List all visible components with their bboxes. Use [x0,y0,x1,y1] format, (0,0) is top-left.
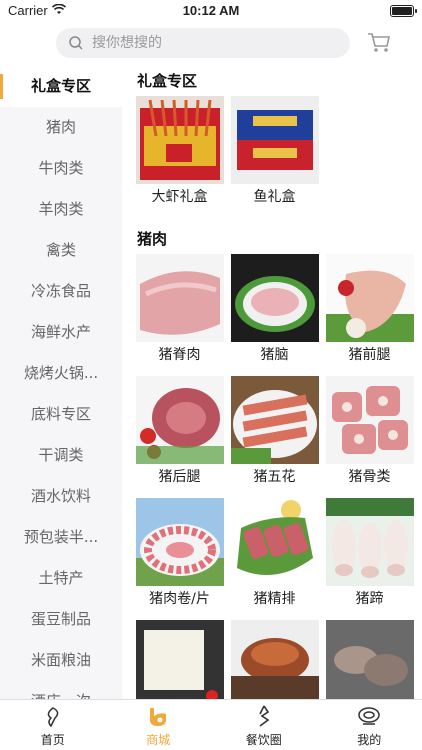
sidebar-item-prepackaged[interactable]: 预包装半... [0,517,122,558]
product-image [325,498,414,586]
sidebar-item-base[interactable]: 底料专区 [0,394,122,435]
product-card[interactable]: 猪五花 [227,376,322,486]
sidebar-item-seafood[interactable]: 海鲜水产 [0,312,122,353]
product-name: 猪精排 [253,591,296,607]
product-card[interactable]: 猪脊肉 [132,254,227,364]
product-name: 大虾礼盒 [151,189,208,205]
tab-dining-circle[interactable]: 餐饮圈 [211,700,317,750]
sidebar-item-drinks[interactable]: 酒水饮料 [0,476,122,517]
tab-bar: 首页 商城 餐饮圈 我的 [0,699,422,750]
product-card[interactable]: 猪精排 [227,498,322,608]
product-name: 猪五花 [253,469,296,485]
sidebar-item-pork[interactable]: 猪肉 [0,107,122,148]
product-card[interactable] [132,620,227,700]
sidebar-item-gift-box[interactable]: 礼盒专区 [0,66,122,107]
tab-label: 餐饮圈 [245,733,282,747]
product-image [135,620,224,700]
product-name: 猪脑 [260,347,289,363]
sidebar-item-egg-tofu[interactable]: 蛋豆制品 [0,599,122,640]
sidebar-item-beef[interactable]: 牛肉类 [0,148,122,189]
product-image [325,620,414,700]
product-name: 猪蹄 [355,591,384,607]
pork-grid: 猪脊肉 猪脑 猪前腿 猪后腿 猪五花 猪骨类 猪肉卷/片 猪精排 猪蹄 [122,254,422,700]
cart-icon[interactable] [367,32,391,54]
product-image [135,254,224,342]
section-title-pork: 猪肉 [137,230,168,248]
search-input[interactable] [92,28,332,58]
category-sidebar[interactable]: 礼盒专区 猪肉 牛肉类 羊肉类 禽类 冷冻食品 海鲜水产 烧烤火锅... 底料专… [0,66,122,700]
tab-mine[interactable]: 我的 [317,700,422,750]
product-card[interactable]: 猪后腿 [132,376,227,486]
product-name: 鱼礼盒 [253,189,296,205]
product-image [230,96,319,184]
product-name: 猪后腿 [158,469,201,485]
product-card[interactable]: 猪骨类 [322,376,417,486]
mall-icon [150,708,167,726]
sidebar-item-grain-oil[interactable]: 米面粮油 [0,640,122,681]
product-card[interactable]: 鱼礼盒 [227,96,322,206]
tab-mall[interactable]: 商城 [106,700,212,750]
product-card[interactable] [227,620,322,700]
tab-label: 首页 [40,733,65,747]
product-image [230,498,319,586]
tab-home[interactable]: 首页 [0,700,106,750]
product-name: 猪前腿 [348,347,391,363]
dining-circle-icon [259,705,270,727]
product-image [230,376,319,464]
product-image [325,376,414,464]
section-title-gift-box: 礼盒专区 [137,72,198,90]
sidebar-item-hotel-disposable[interactable]: 酒店一次 [0,681,122,700]
product-name: 猪骨类 [348,469,391,485]
gift-box-grid: 大虾礼盒 鱼礼盒 [122,96,422,218]
product-image [325,254,414,342]
search-bar[interactable] [56,28,350,58]
clock: 10:12 AM [182,3,240,18]
product-card[interactable]: 猪蹄 [322,498,417,608]
sidebar-item-frozen[interactable]: 冷冻食品 [0,271,122,312]
sidebar-item-dry-seasoning[interactable]: 干调类 [0,435,122,476]
product-card[interactable]: 猪脑 [227,254,322,364]
product-name: 猪脊肉 [158,347,201,363]
battery-icon [390,5,417,17]
product-image [135,376,224,464]
sidebar-item-mutton[interactable]: 羊肉类 [0,189,122,230]
product-image [135,96,224,184]
product-card[interactable]: 猪肉卷/片 [132,498,227,608]
home-icon [47,707,59,728]
status-bar: Carrier 10:12 AM [0,0,422,22]
product-image [230,254,319,342]
product-card[interactable] [322,620,417,700]
profile-icon [358,707,380,725]
tab-label: 商城 [146,733,171,747]
tab-label: 我的 [357,733,382,747]
sidebar-item-local-specialty[interactable]: 土特产 [0,558,122,599]
search-icon [69,36,83,50]
sidebar-item-bbq-hotpot[interactable]: 烧烤火锅... [0,353,122,394]
product-image [230,620,319,700]
product-card[interactable]: 大虾礼盒 [132,96,227,206]
product-content[interactable]: 礼盒专区 大虾礼盒 鱼礼盒 猪肉 猪脊肉 猪脑 猪前腿 猪后腿 猪五花 猪骨类 … [122,66,422,700]
sidebar-item-poultry[interactable]: 禽类 [0,230,122,271]
product-card[interactable]: 猪前腿 [322,254,417,364]
product-name: 猪肉卷/片 [149,591,210,607]
product-image [135,498,224,586]
